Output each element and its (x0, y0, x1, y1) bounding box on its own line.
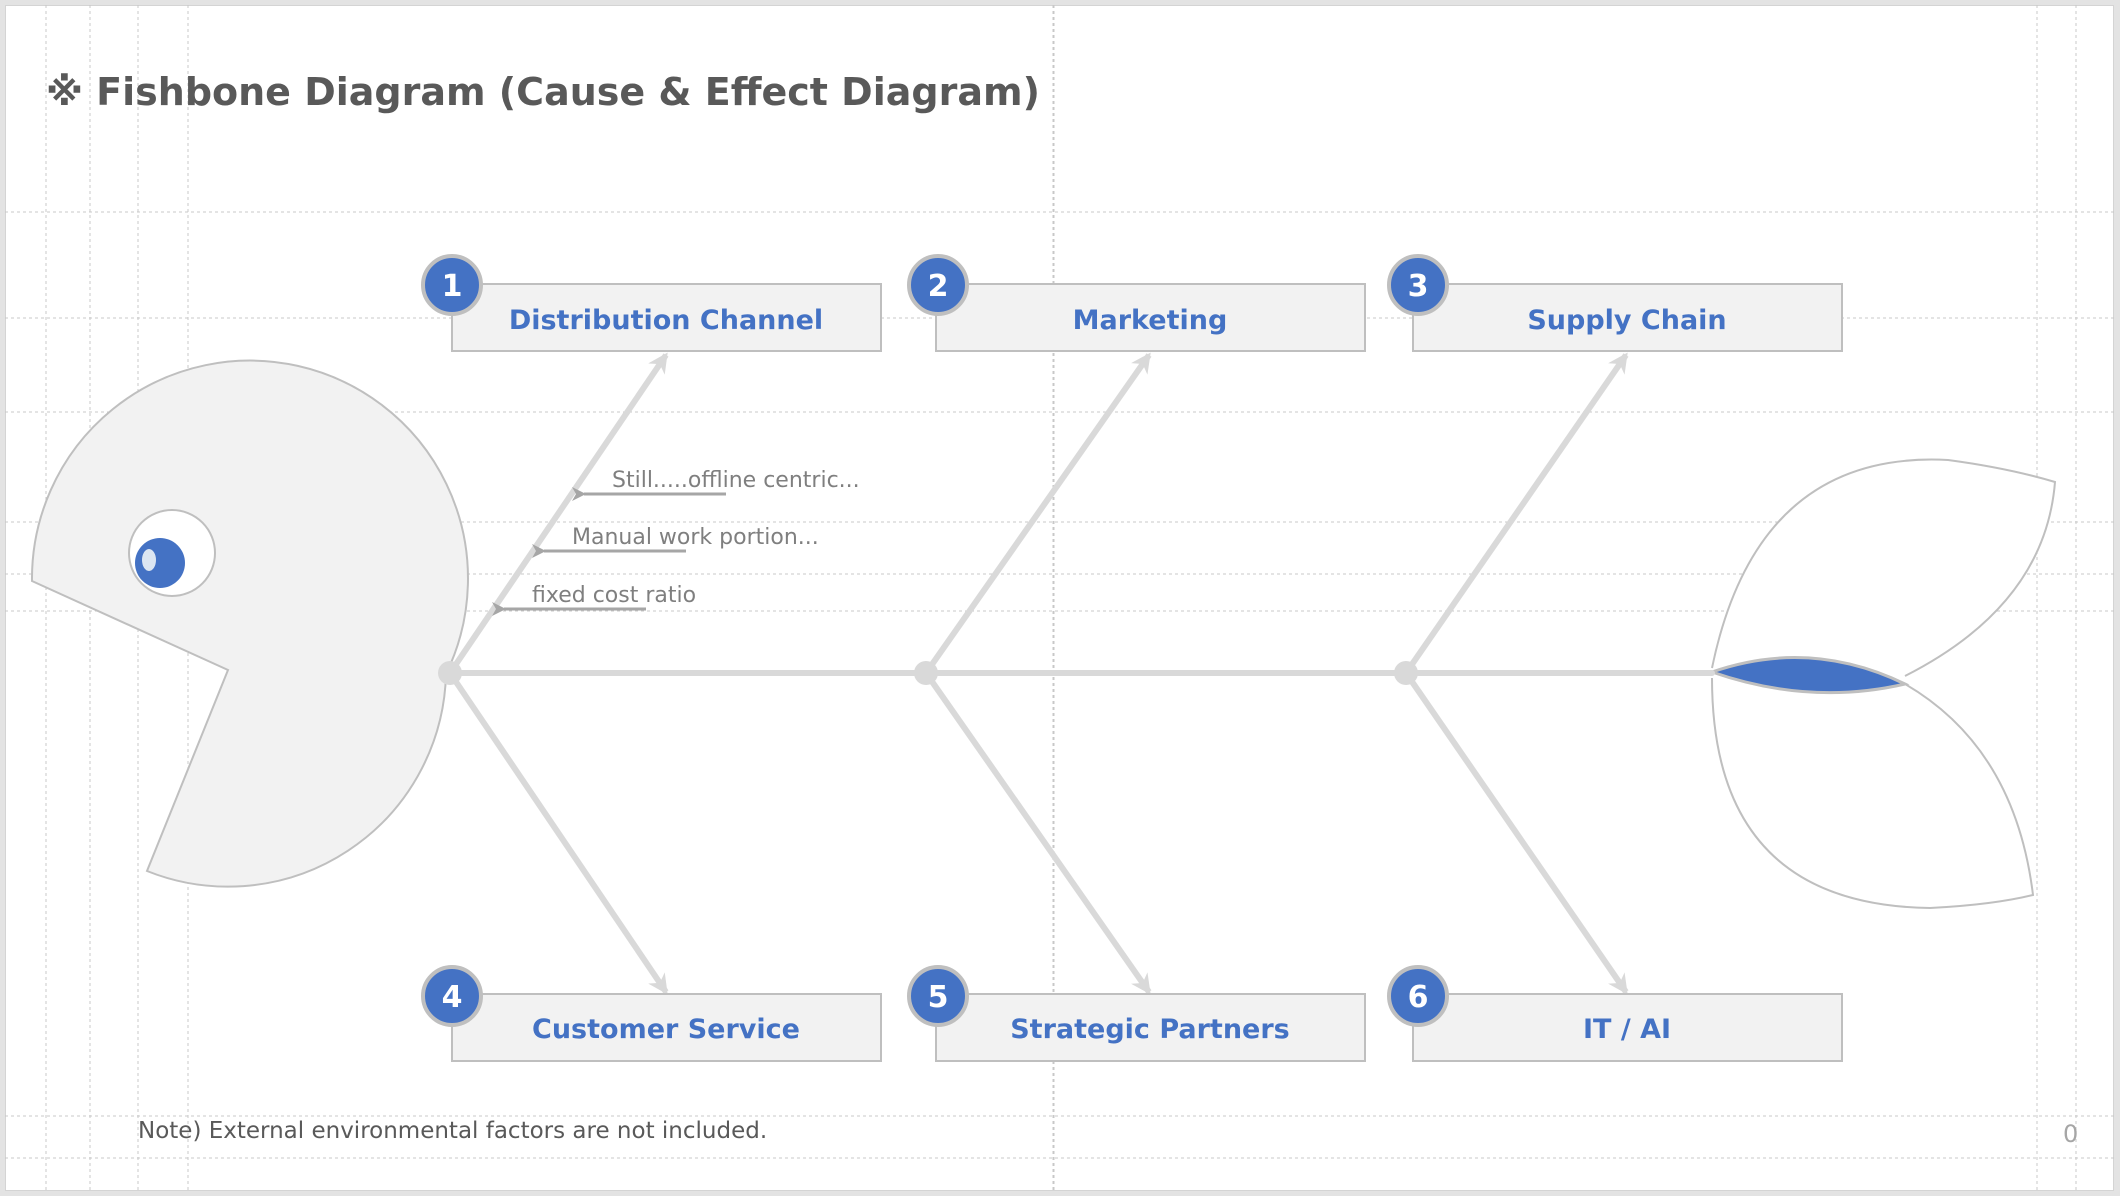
category-box-5: Strategic Partners 5 (907, 965, 1366, 1062)
category-label-3: Supply Chain (1527, 305, 1726, 336)
page-title: ※ Fishbone Diagram (Cause & Effect Diagr… (46, 70, 1040, 114)
fishbone-diagram: Still.....offline centric... Manual work… (5, 5, 2114, 1191)
category-box-4: Customer Service 4 (421, 965, 882, 1062)
number-badge-text-2: 2 (928, 269, 949, 304)
category-box-3: Supply Chain 3 (1387, 254, 1843, 352)
category-label-4: Customer Service (532, 1014, 800, 1045)
number-badge-text-6: 6 (1408, 980, 1429, 1015)
category-label-2: Marketing (1073, 305, 1228, 336)
cause-text-2: Manual work portion... (572, 525, 819, 550)
cause-text-1: Still.....offline centric... (612, 468, 860, 493)
category-box-1: Distribution Channel 1 (421, 254, 882, 352)
number-badge-text-3: 3 (1408, 269, 1429, 304)
fish-head-icon (30, 359, 469, 888)
eye-highlight (142, 549, 156, 571)
cause-text-3: fixed cost ratio (532, 583, 696, 608)
category-label-6: IT / AI (1583, 1014, 1671, 1045)
number-badge-text-1: 1 (442, 269, 463, 304)
footnote: Note) External environmental factors are… (138, 1118, 768, 1144)
number-badge-text-5: 5 (928, 980, 949, 1015)
fish-tail-icon (1707, 458, 2057, 910)
number-badge-text-4: 4 (442, 980, 463, 1015)
category-box-2: Marketing 2 (907, 254, 1366, 352)
page-number: 0 (2063, 1120, 2079, 1148)
category-label-1: Distribution Channel (509, 305, 823, 336)
category-label-5: Strategic Partners (1010, 1014, 1290, 1045)
